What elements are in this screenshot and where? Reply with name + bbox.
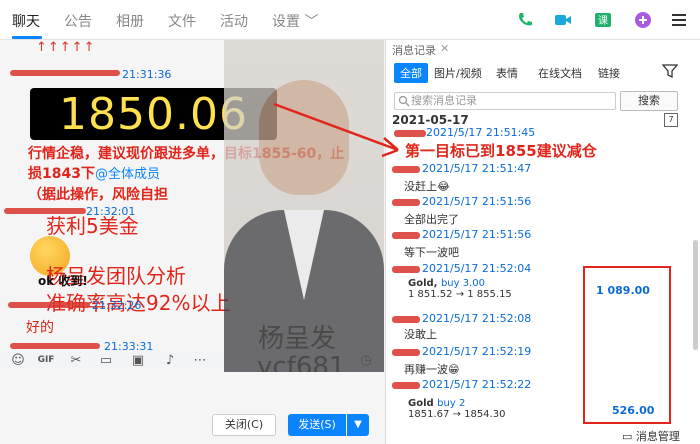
close-icon[interactable]: ✕ xyxy=(440,42,449,55)
message-time: 21:32:26 xyxy=(92,299,142,312)
history-time: 2021/5/17 21:51:45 xyxy=(426,126,536,139)
search-button[interactable]: 搜索 xyxy=(620,91,678,111)
profit-value-1: 1 089.00 xyxy=(596,284,650,297)
history-tab-links[interactable]: 链接 xyxy=(598,65,620,81)
bell-icon[interactable]: ♪ xyxy=(162,352,178,368)
presenter-face xyxy=(259,80,349,195)
redacted-sender xyxy=(10,70,120,76)
history-message: 全部出完了 xyxy=(404,213,459,226)
trade-direction: buy 3.00 xyxy=(440,278,486,289)
more-icon[interactable]: ⋯ xyxy=(192,352,208,368)
redacted-sender xyxy=(392,316,420,323)
phone-icon[interactable] xyxy=(514,9,536,31)
tab-chat[interactable]: 聊天 xyxy=(12,11,40,31)
search-icon xyxy=(398,95,410,107)
history-tab-all[interactable]: 全部 xyxy=(394,63,428,83)
history-scrollbar[interactable] xyxy=(693,240,698,350)
message-management-link[interactable]: ▭ 消息管理 xyxy=(622,428,680,444)
history-tab-docs[interactable]: 在线文档 xyxy=(538,65,582,81)
svg-text:课: 课 xyxy=(598,15,608,27)
overlay-profit: 获利5美金 xyxy=(46,214,139,238)
message-history-panel: 消息记录 ✕ 全部 图片/视频 表情 在线文档 链接 搜索消息记录 搜索 202… xyxy=(385,40,700,444)
redacted-sender xyxy=(8,302,90,308)
calendar-icon[interactable]: 7 xyxy=(664,113,678,127)
redacted-sender xyxy=(392,266,420,273)
tab-files[interactable]: 文件 xyxy=(168,11,196,31)
message-time: 21:31:36 xyxy=(122,68,172,81)
profit-value-2: 526.00 xyxy=(612,404,655,417)
reply-message: 好的 xyxy=(26,320,54,336)
menu-icon[interactable] xyxy=(668,9,690,31)
history-time: 2021/5/17 21:51:56 xyxy=(422,228,532,241)
history-time: 2021/5/17 21:51:47 xyxy=(422,162,532,175)
redacted-sender xyxy=(392,232,420,239)
add-icon[interactable] xyxy=(632,9,654,31)
redacted-sender xyxy=(392,349,420,356)
history-message: 再赚一波😁 xyxy=(404,363,460,376)
tab-activity[interactable]: 活动 xyxy=(220,11,248,31)
redacted-sender xyxy=(394,130,426,137)
history-search-input[interactable]: 搜索消息记录 xyxy=(394,92,616,110)
redacted-sender xyxy=(10,343,100,349)
advice-tail: （据此操作，风险自担 xyxy=(28,187,168,203)
history-time: 2021/5/17 21:52:19 xyxy=(422,345,532,358)
active-tab-indicator xyxy=(12,36,42,39)
redacted-sender xyxy=(392,199,420,206)
history-time: 2021/5/17 21:52:22 xyxy=(422,378,532,391)
image-icon[interactable]: ▣ xyxy=(130,352,146,368)
history-time: 2021/5/17 21:52:04 xyxy=(422,262,532,275)
video-icon[interactable] xyxy=(552,9,574,31)
trade-price-range: 1 851.52 → 1 855.15 xyxy=(408,289,512,300)
input-toolbar: ☺ GIF ✂ ▭ ▣ ♪ ⋯ ◷ xyxy=(0,350,385,372)
trade-price-range: 1851.67 → 1854.30 xyxy=(408,409,506,420)
date-heading: 2021-05-17 xyxy=(392,113,469,127)
tab-settings[interactable]: 设置 ﹀ xyxy=(272,11,318,31)
trade-symbol: Gold, xyxy=(408,278,438,289)
history-message: 没敢上 xyxy=(404,328,437,341)
redacted-sender xyxy=(392,382,420,389)
gif-icon[interactable]: GIF xyxy=(38,352,55,368)
message-management-label: 消息管理 xyxy=(635,430,680,443)
redacted-sender xyxy=(392,166,420,173)
message-time: 21:33:31 xyxy=(104,340,154,350)
history-title: 消息记录 xyxy=(392,44,436,57)
trade-direction: buy 2 xyxy=(437,398,466,409)
mention-all[interactable]: @全体成员 xyxy=(95,167,160,182)
history-clock-icon[interactable]: ◷ xyxy=(358,352,374,368)
send-button[interactable]: 发送(S) xyxy=(288,414,346,436)
tab-announcement[interactable]: 公告 xyxy=(64,11,92,31)
emoji-icon[interactable]: ☺ xyxy=(10,352,26,368)
scissors-icon[interactable]: ✂ xyxy=(68,352,84,368)
trade-card-2: Gold buy 2 1851.67 → 1854.30 xyxy=(408,398,583,440)
history-message: 没赶上😂 xyxy=(404,180,450,193)
target-reached-message: 第一目标已到1855建议减仓 xyxy=(405,142,597,160)
tab-album[interactable]: 相册 xyxy=(116,11,144,31)
history-time: 2021/5/17 21:52:08 xyxy=(422,312,532,325)
filter-icon[interactable] xyxy=(662,64,678,78)
close-button[interactable]: 关闭(C) xyxy=(212,414,276,436)
price-value: 1850.06 xyxy=(59,88,248,140)
reaction-figures: ↑↑↑↑↑ xyxy=(36,40,96,55)
course-icon[interactable]: 课 xyxy=(592,9,614,31)
history-message: 等下一波吧 xyxy=(404,246,459,259)
history-time: 2021/5/17 21:51:56 xyxy=(422,195,532,208)
top-tab-bar: 聊天 公告 相册 文件 活动 设置 ﹀ 课 xyxy=(0,0,700,40)
send-options-chevron-icon[interactable]: ▼ xyxy=(347,414,369,436)
history-tab-stickers[interactable]: 表情 xyxy=(496,65,518,81)
folder-icon[interactable]: ▭ xyxy=(98,352,114,368)
history-tab-media[interactable]: 图片/视频 xyxy=(434,65,482,81)
trade-symbol: Gold xyxy=(408,398,434,409)
